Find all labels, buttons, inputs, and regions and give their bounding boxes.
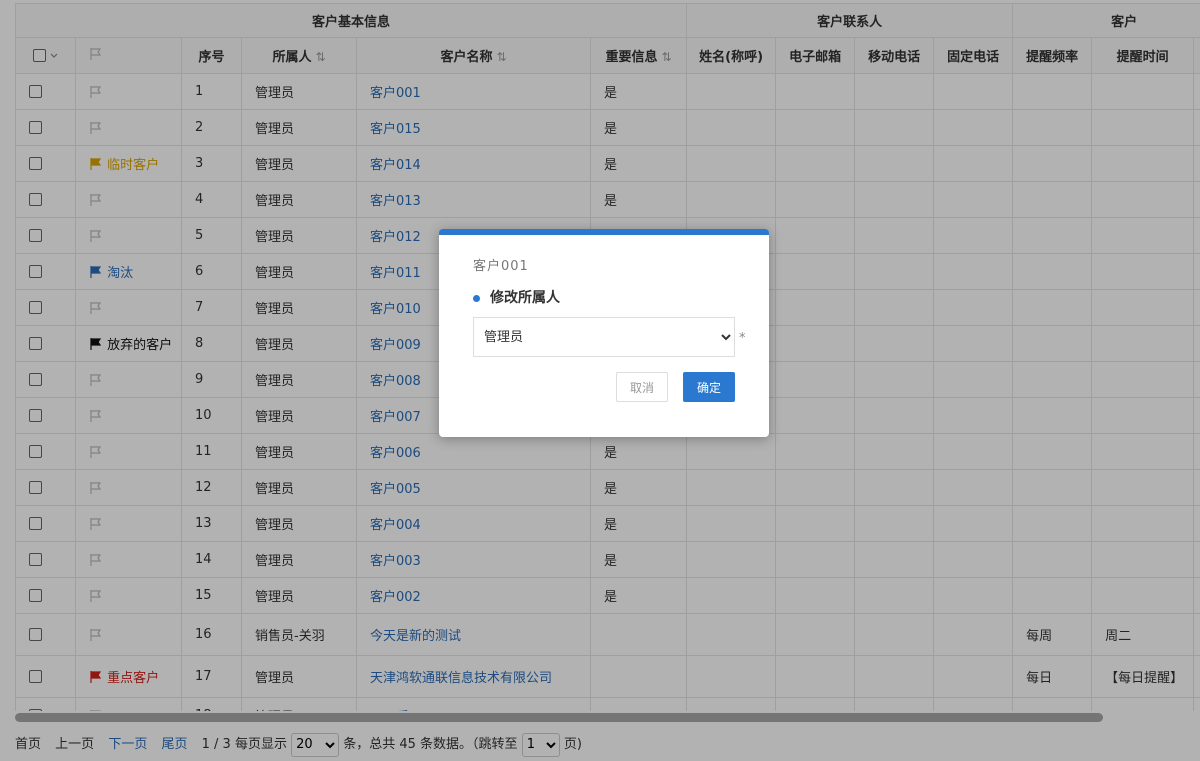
dialog-title: 修改所属人 [473,287,560,307]
required-mark: * [739,331,746,346]
cancel-button[interactable]: 取消 [616,372,668,402]
confirm-button[interactable]: 确定 [683,372,735,402]
dialog-title-text: 修改所属人 [490,290,560,306]
change-owner-dialog: 客户001 修改所属人 管理员 * 取消 确定 [439,229,769,437]
bullet-icon [473,294,480,302]
dialog-subtitle: 客户001 [473,259,529,274]
owner-select[interactable]: 管理员 [473,317,735,357]
